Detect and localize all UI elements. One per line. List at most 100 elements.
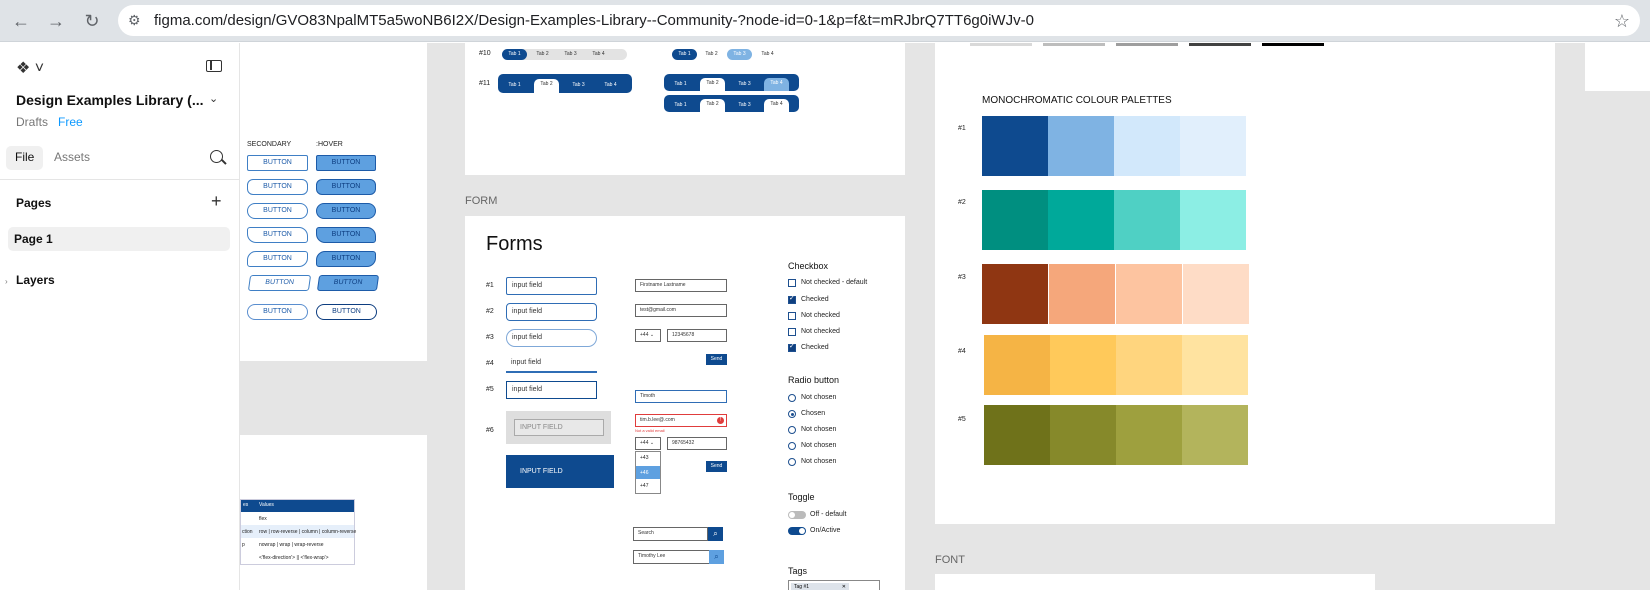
color-swatch[interactable] <box>1180 190 1246 250</box>
tab-item[interactable]: Tab 4 <box>764 99 789 112</box>
send-button[interactable]: Send <box>706 354 727 365</box>
buttons-frame[interactable]: SECONDARY :HOVER BUTTON BUTTON BUTTON BU… <box>240 43 427 361</box>
send-button[interactable]: Send <box>706 461 727 472</box>
dropdown-option[interactable]: +47 <box>640 483 648 489</box>
input-field[interactable]: input field <box>506 303 597 321</box>
site-settings-icon[interactable]: ⚙ <box>128 12 146 30</box>
star-icon[interactable]: ☆ <box>1614 11 1630 32</box>
hover-button[interactable]: BUTTON <box>316 251 376 267</box>
color-swatch[interactable] <box>1114 116 1180 176</box>
toggle-on[interactable] <box>788 527 806 535</box>
search-icon[interactable]: ⌕ <box>709 550 724 564</box>
tab-item[interactable]: Tab 3 <box>727 49 752 60</box>
input-field-filled[interactable]: INPUT FIELD <box>506 455 614 488</box>
phone-field[interactable]: 98765432 <box>667 437 727 450</box>
tab-item[interactable]: Tab 3 <box>558 49 583 60</box>
file-title[interactable]: Design Examples Library (... <box>16 92 204 108</box>
color-swatch[interactable] <box>1050 335 1116 395</box>
tab-item[interactable]: Tab 1 <box>668 100 693 111</box>
flex-table-frame[interactable]: es Values flex ction row | row-reverse |… <box>240 435 427 590</box>
hover-button[interactable]: BUTTON <box>316 304 377 320</box>
input-field[interactable]: input field <box>506 329 597 347</box>
tab-item[interactable]: Tab 3 <box>732 79 757 90</box>
email-field[interactable]: test@gmail.com <box>635 304 727 317</box>
radio-button[interactable] <box>788 442 796 450</box>
forms-frame[interactable]: Forms #1 input field #2 input field #3 i… <box>465 216 905 590</box>
tags-input[interactable]: Tag #1 ✕ <box>788 580 880 590</box>
radio-button-chosen[interactable] <box>788 410 796 418</box>
country-code-select[interactable]: +44 ⌄ <box>635 329 661 342</box>
tab-file[interactable]: File <box>6 146 44 170</box>
search-input-filled[interactable]: Timothy Lee <box>633 550 710 564</box>
secondary-button[interactable]: BUTTON <box>247 251 308 267</box>
address-bar[interactable]: ⚙ figma.com/design/GVO83NpalMT5a5woNB6I2… <box>118 5 1640 36</box>
palettes-frame[interactable]: MONOCHROMATIC COLOUR PALETTES #1 #2 #3 #… <box>935 43 1555 524</box>
country-code-select[interactable]: +44 ⌄ <box>635 437 661 450</box>
input-field[interactable]: input field <box>506 355 597 373</box>
color-swatch[interactable] <box>1116 335 1182 395</box>
phone-field[interactable]: 12345678 <box>667 329 727 342</box>
input-field[interactable]: input field <box>506 277 597 295</box>
color-swatch[interactable] <box>1180 116 1246 176</box>
close-icon[interactable]: ✕ <box>842 583 846 590</box>
tab-item[interactable]: Tab 2 <box>700 78 725 91</box>
color-swatch[interactable] <box>1116 264 1182 324</box>
email-field-error[interactable]: tim.b.lee@.com ! <box>635 414 727 427</box>
tab-item[interactable]: Tab 2 <box>534 79 559 93</box>
tab-item[interactable]: Tab 2 <box>700 99 725 112</box>
dropdown-option-selected[interactable]: +46 <box>636 466 660 479</box>
forward-icon[interactable]: → <box>45 10 67 32</box>
tab-item[interactable]: Tab 1 <box>502 49 527 60</box>
figma-menu-icon[interactable]: ❖ ˅ <box>16 58 44 78</box>
search-icon[interactable]: ⌕ <box>708 527 723 541</box>
tab-item[interactable]: Tab 1 <box>668 79 693 90</box>
chevron-down-icon[interactable]: ⌄ <box>209 92 218 105</box>
tab-item[interactable]: Tab 2 <box>530 49 555 60</box>
color-swatch[interactable] <box>1183 264 1249 324</box>
tab-item[interactable]: Tab 2 <box>699 49 724 60</box>
toggle-sidebar-icon[interactable] <box>206 60 222 72</box>
color-swatch[interactable] <box>1049 264 1115 324</box>
hover-button[interactable]: BUTTON <box>316 275 380 291</box>
tab-item[interactable]: Tab 4 <box>755 49 780 60</box>
drafts-label[interactable]: Drafts <box>16 115 48 129</box>
color-swatch[interactable] <box>1114 190 1180 250</box>
tab-item[interactable]: Tab 4 <box>764 78 789 91</box>
tag-chip[interactable]: Tag #1 ✕ <box>791 583 849 590</box>
tab-item[interactable]: Tab 1 <box>672 49 697 60</box>
search-input[interactable]: Search <box>633 527 708 541</box>
secondary-button[interactable]: BUTTON <box>247 155 308 171</box>
font-frame[interactable] <box>935 574 1375 590</box>
color-swatch[interactable] <box>982 264 1048 324</box>
tab-assets[interactable]: Assets <box>54 150 90 164</box>
name-field[interactable]: Firstname Lastname <box>635 279 727 292</box>
checkbox-checked[interactable] <box>788 294 796 304</box>
secondary-button[interactable]: BUTTON <box>247 304 308 320</box>
layers-header[interactable]: Layers <box>16 273 55 287</box>
radio-button[interactable] <box>788 426 796 434</box>
color-swatch[interactable] <box>1116 405 1182 465</box>
color-swatch[interactable] <box>1182 405 1248 465</box>
checkbox-checked[interactable] <box>788 342 796 352</box>
url-text[interactable]: figma.com/design/GVO83NpalMT5a5woNB6I2X/… <box>154 12 1034 29</box>
color-swatch[interactable] <box>984 335 1050 395</box>
design-canvas[interactable]: SECONDARY :HOVER BUTTON BUTTON BUTTON BU… <box>240 43 1650 590</box>
dropdown-option[interactable]: +43 <box>640 455 648 461</box>
radio-button[interactable] <box>788 394 796 402</box>
search-icon[interactable] <box>210 150 223 163</box>
hover-button[interactable]: BUTTON <box>316 155 376 171</box>
color-swatch[interactable] <box>1048 190 1114 250</box>
tab-item[interactable]: Tab 3 <box>732 100 757 111</box>
color-swatch[interactable] <box>982 190 1048 250</box>
color-swatch[interactable] <box>984 405 1050 465</box>
color-swatch[interactable] <box>1182 335 1248 395</box>
input-field[interactable]: input field <box>506 381 597 399</box>
name-field-focused[interactable]: Timoth <box>635 390 727 403</box>
page-item-page-1[interactable]: Page 1 <box>8 227 230 251</box>
color-swatch[interactable] <box>1048 116 1114 176</box>
tabs-frame[interactable]: #10 Tab 1 Tab 2 Tab 3 Tab 4 Tab 1 Tab 2 … <box>465 43 905 175</box>
tab-item[interactable]: Tab 4 <box>598 80 623 91</box>
checkbox[interactable] <box>788 279 796 287</box>
tab-item[interactable]: Tab 1 <box>502 80 527 91</box>
secondary-button[interactable]: BUTTON <box>247 203 308 219</box>
